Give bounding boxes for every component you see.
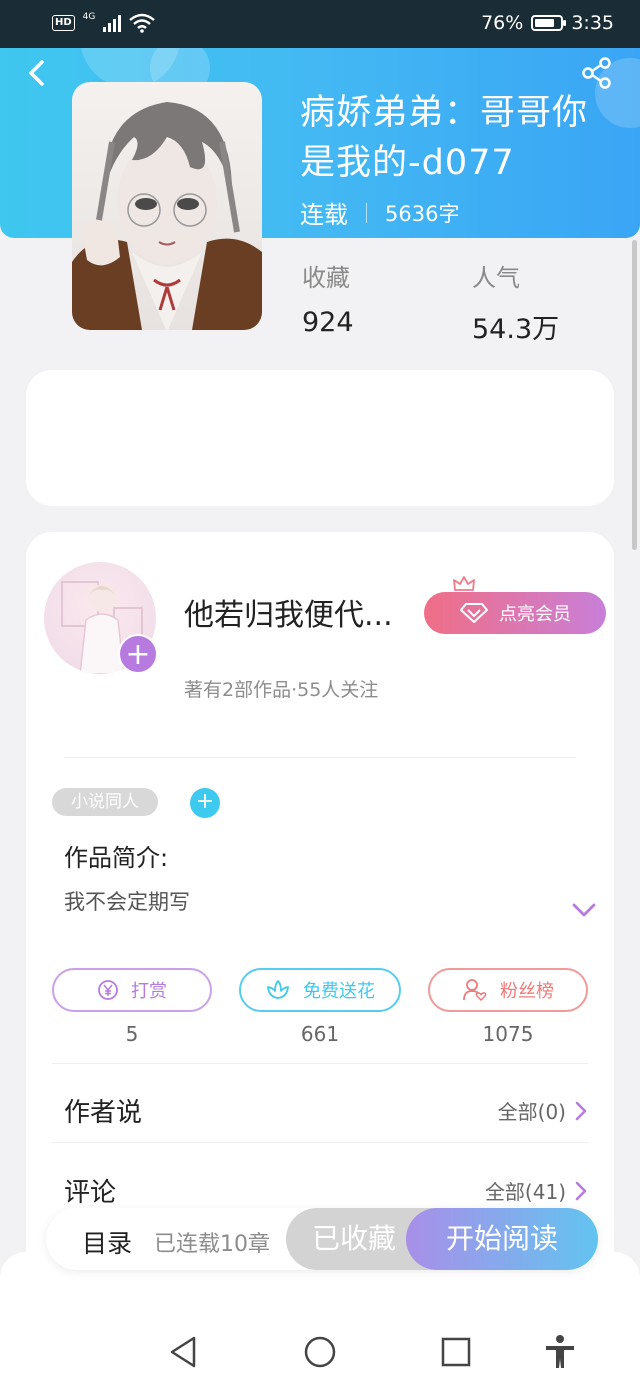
hd-badge: HD [52,15,75,31]
back-icon[interactable] [22,58,52,88]
signal-icon [103,14,122,32]
author-name[interactable]: 他若归我便代... [184,590,412,634]
share-icon[interactable] [580,56,614,90]
intro-label: 作品简介: [64,844,169,872]
comments-title: 评论 [64,1178,117,1208]
scrollbar[interactable] [632,240,637,550]
fan-ranking-label: 粉丝榜 [500,981,554,1002]
send-flower-label: 免费送花 [303,981,375,1002]
stat-value: 924 [302,307,354,338]
book-status: 连载 [300,201,348,229]
network-type: 4G [82,12,96,22]
stat-favorites: 收藏 924 [302,258,354,338]
comments-link[interactable]: 全部(41) [485,1176,588,1205]
blank-card [26,370,614,506]
book-cover[interactable] [72,82,262,330]
flower-count: 661 [300,1022,340,1046]
divider [64,757,576,758]
start-reading-button[interactable]: 开始阅读 [406,1208,598,1270]
stat-popularity: 人气 54.3万 [472,258,559,346]
chevron-right-icon [575,1181,587,1200]
fan-count: 1075 [482,1022,534,1046]
clock: 3:35 [571,12,614,34]
tip-button[interactable]: 打赏 [52,968,212,1012]
accessibility-icon[interactable] [540,1332,580,1372]
battery-percent: 76% [481,12,524,34]
stat-value: 54.3万 [472,314,560,345]
genre-tag[interactable]: 小说同人 [52,788,158,816]
meta-divider [366,202,367,223]
nav-back-icon[interactable] [164,1332,204,1372]
tip-count: 5 [125,1022,139,1046]
divider [52,1063,588,1064]
flower-icon [267,980,289,999]
yen-icon [98,980,118,1000]
comments-link-label: 全部(41) [484,1180,566,1204]
author-subtitle: 著有2部作品·55人关注 [184,679,379,701]
tip-label: 打赏 [131,981,167,1002]
system-nav-bar [0,1318,640,1387]
author-notes-title: 作者说 [64,1098,143,1128]
nav-home-icon[interactable] [300,1332,340,1372]
divider [52,1142,588,1143]
nav-recents-icon[interactable] [436,1332,476,1372]
wifi-icon [129,13,156,33]
status-bar: HD 4G 76% 3:35 [0,0,640,48]
status-right: 76% 3:35 [481,12,614,34]
chevron-down-icon[interactable] [570,898,598,922]
book-meta: 连载 5636字 [300,195,459,230]
author-notes-link[interactable]: 全部(0) [498,1096,588,1125]
chapter-count: 已连载10章 [154,1232,270,1257]
battery-icon [531,15,567,31]
follow-author-button[interactable]: + [118,634,158,674]
diamond-icon [460,603,488,623]
chevron-right-icon [575,1101,587,1120]
user-heart-icon [463,979,487,1002]
crown-icon [453,576,475,594]
fan-ranking-button[interactable]: 粉丝榜 [428,968,588,1012]
word-count: 5636字 [385,201,460,226]
status-left: HD 4G [52,12,156,33]
author-notes-link-label: 全部(0) [497,1100,566,1124]
add-tag-button[interactable]: + [190,788,220,818]
table-of-contents-button[interactable]: 目录 [82,1224,132,1260]
vip-button[interactable]: 点亮会员 [424,592,606,634]
send-flower-button[interactable]: 免费送花 [239,968,401,1012]
vip-button-label: 点亮会员 [499,604,571,625]
book-title: 病娇弟弟：哥哥你是我的-d077 [300,93,589,183]
stat-label: 人气 [472,264,520,292]
stat-label: 收藏 [302,264,350,292]
cover-illustration [72,102,262,330]
intro-text: 我不会定期写 [64,890,190,914]
